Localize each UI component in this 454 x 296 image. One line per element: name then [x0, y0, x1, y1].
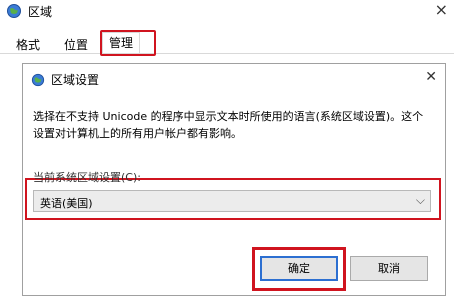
tab-divider: [0, 53, 454, 54]
ok-button[interactable]: 确定: [260, 256, 338, 281]
select-value: 英语(美国): [40, 197, 93, 210]
tab-location[interactable]: 位置: [58, 36, 94, 54]
field-label: 当前系统区域设置(C):: [33, 171, 141, 184]
highlight-box-tab: [100, 30, 156, 56]
dialog-description: 选择在不支持 Unicode 的程序中显示文本时所使用的语言(系统区域设置)。这…: [33, 110, 424, 140]
cancel-button[interactable]: 取消: [350, 256, 428, 281]
tab-format[interactable]: 格式: [10, 36, 46, 54]
close-icon[interactable]: ×: [435, 0, 448, 19]
globe-icon: [6, 3, 22, 19]
window-titlebar: 区域 ×: [0, 0, 454, 22]
dialog-title: 区域设置: [51, 73, 100, 87]
chevron-down-icon: ⌵: [415, 193, 425, 207]
globe-icon: [31, 72, 45, 87]
region-settings-dialog: 区域设置 ✕ 选择在不支持 Unicode 的程序中显示文本时所使用的语言(系统…: [22, 63, 446, 296]
window-title: 区域: [28, 5, 53, 19]
system-locale-select[interactable]: 英语(美国) ⌵: [33, 190, 431, 212]
close-icon[interactable]: ✕: [425, 69, 437, 85]
